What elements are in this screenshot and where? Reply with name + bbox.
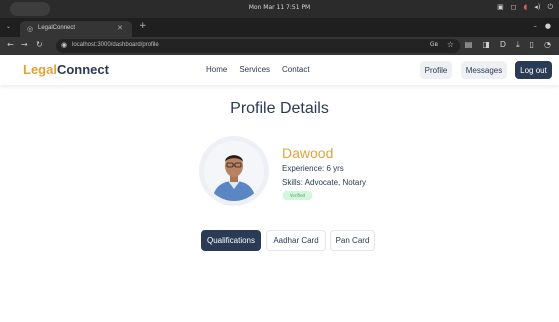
extension-icon-3[interactable]: D [500,40,506,50]
browser-tab-strip: ⌄ ◎ LegalConnect ✕ + – ● [0,18,559,37]
logo-legal: Legal [23,62,57,77]
logo-connect: Connect [56,62,109,77]
sidebar-icon[interactable]: ▯ [530,40,534,50]
nav-link-services[interactable]: Services [239,65,270,74]
nav-link-home[interactable]: Home [206,65,227,74]
window-controls: – ● [533,22,551,30]
display-icon[interactable]: ◻ [511,3,517,12]
extension-icon-2[interactable]: ◨ [482,40,490,50]
tab-aadhar-card[interactable]: Aadhar Card [266,230,326,251]
os-top-bar: Mon Mar 11 7:51 PM ▣ ◻ ◖ ◂) ⏻ [0,0,559,18]
profile-browser-icon[interactable]: ● [545,22,551,30]
messages-button[interactable]: Messages [461,61,507,79]
bookmark-star-icon[interactable]: ☆ [447,40,454,49]
extension-icon-1[interactable]: ▤ [465,40,473,50]
nav-link-contact[interactable]: Contact [282,65,310,74]
verified-badge: Verified [283,191,312,200]
system-clock[interactable]: Mon Mar 11 7:51 PM [0,4,559,11]
logout-button[interactable]: Log out [515,61,552,79]
volume-icon[interactable]: ◂) [534,3,540,12]
system-tray: ▣ ◻ ◖ ◂) ⏻ [497,3,553,12]
tab-title: LegalConnect [38,25,76,31]
translate-icon[interactable]: Gв [430,41,438,48]
forward-icon[interactable]: → [21,40,28,49]
nav-links: Home Services Contact [206,65,310,74]
browser-toolbar: ← → ↻ ◉ localhost:3000/dashboard/profile… [0,37,559,55]
profile-button[interactable]: Profile [420,61,452,79]
experience-text: Experience: 6 yrs [282,164,344,173]
power-icon[interactable]: ⏻ [547,3,553,12]
browser-tab[interactable]: ◎ LegalConnect ✕ [20,21,132,37]
back-icon[interactable]: ← [7,40,14,49]
url-text[interactable]: localhost:3000/dashboard/profile [72,42,159,48]
page-title: Profile Details [230,100,329,117]
tab-list-icon[interactable]: ⌄ [6,23,11,30]
account-icon[interactable]: ◔ [544,40,551,50]
skills-text: Skills: Advocate, Notary [282,178,367,187]
tab-pan-card[interactable]: Pan Card [330,230,375,251]
network-icon[interactable]: ▣ [497,3,504,12]
extensions-area: ▤ ◨ D ⤓ ▯ ◔ [465,40,551,50]
reload-icon[interactable]: ↻ [36,40,43,49]
address-bar[interactable]: ◉ localhost:3000/dashboard/profile Gв ☆ [56,39,460,53]
avatar [204,141,264,201]
audio-icon[interactable]: ◖ [524,3,528,12]
minimize-icon[interactable]: – [533,22,537,30]
new-tab-icon[interactable]: + [139,21,147,31]
tab-qualifications[interactable]: Qualifications [201,230,261,251]
close-tab-icon[interactable]: ✕ [117,24,123,32]
download-icon[interactable]: ⤓ [516,40,520,50]
logo[interactable]: LegalConnect [23,62,109,77]
lawyer-name: Dawood [282,145,334,161]
app-navbar: LegalConnect Home Services Contact Profi… [0,55,559,85]
favicon-icon: ◎ [27,25,34,33]
avatar-photo [204,141,264,201]
site-info-icon[interactable]: ◉ [61,41,67,49]
